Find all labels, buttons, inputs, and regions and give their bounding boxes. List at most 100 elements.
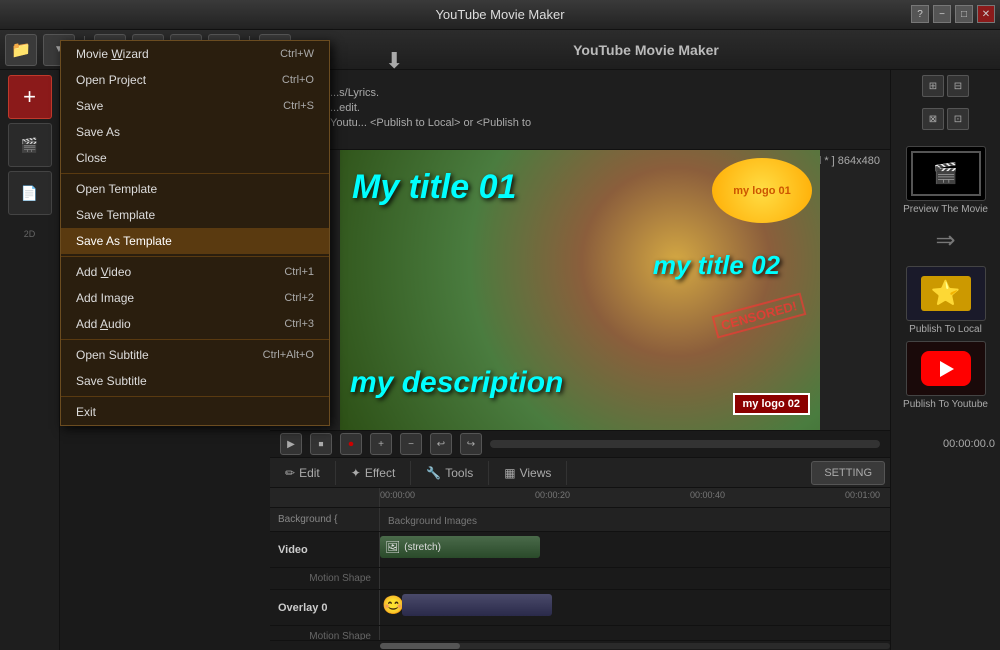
redo-button[interactable]: ↪ xyxy=(460,433,482,455)
zoom-in-button[interactable]: + xyxy=(370,433,392,455)
tab-tools[interactable]: 🔧 Tools xyxy=(411,461,489,485)
step-labels: 2D xyxy=(24,229,36,247)
video-block[interactable]: 🖼 (stretch) xyxy=(380,536,540,558)
doc-button[interactable]: 📄 xyxy=(8,171,52,215)
left-panel: + 🎬 📄 2D xyxy=(0,70,60,650)
publish-youtube-group: Publish To Youtube xyxy=(901,341,991,410)
preview-movie-label: Preview The Movie xyxy=(903,204,988,215)
publish-local-group: ⭐ Publish To Local xyxy=(901,266,991,335)
tab-views[interactable]: ▦ Views xyxy=(489,461,567,485)
film-strip-icon: 🎬 xyxy=(933,161,958,186)
menu-item-save-as[interactable]: Save As xyxy=(61,119,329,145)
step-row-1: Step1. ...s/Lyrics. xyxy=(280,87,880,99)
scroll-down-arrow: ⬇ xyxy=(385,48,403,74)
ruler-marks: 00:00:00 00:00:20 00:00:40 00:01:00 xyxy=(380,488,890,507)
video-block-label: (stretch) xyxy=(404,542,441,553)
track-overlay-0: Overlay 0 😊 xyxy=(270,590,890,626)
overlay-0-block[interactable] xyxy=(402,594,552,616)
tab-edit[interactable]: ✏ Edit xyxy=(270,461,336,485)
steps-area: Step1. ...s/Lyrics. Step2. ...edit. Step… xyxy=(270,70,890,150)
menu-item-label: Close xyxy=(76,151,107,165)
record-button[interactable]: ⏺ xyxy=(340,433,362,455)
close-button[interactable]: ✕ xyxy=(977,5,995,23)
menu-item-open-subtitle[interactable]: Open Subtitle Ctrl+Alt+O xyxy=(61,342,329,368)
track-video-motion: Motion Shape xyxy=(270,568,890,590)
publish-youtube-button[interactable] xyxy=(906,341,986,396)
transport-bar: ▶ ⏹ ⏺ + − ↩ ↪ 00:00:00.0 xyxy=(270,430,890,458)
ruler-label-spacer xyxy=(270,488,380,507)
minimize-button[interactable]: − xyxy=(933,5,951,23)
tab-bar: ✏ Edit ✦ Effect 🔧 Tools ▦ Views SETTING xyxy=(270,458,890,488)
track-video: Video 🖼 (stretch) xyxy=(270,532,890,568)
ruler-mark-40: 00:00:40 xyxy=(690,490,725,500)
preview-logo-2: my logo 02 xyxy=(733,393,810,415)
app-title: YouTube Movie Maker xyxy=(435,7,564,22)
menu-item-label: Exit xyxy=(76,405,96,419)
menu-separator-2 xyxy=(61,256,329,257)
scrollbar-track[interactable] xyxy=(380,643,890,649)
menu-item-add-image[interactable]: Add Image Ctrl+2 xyxy=(61,285,329,311)
folder-icon[interactable]: 📁 xyxy=(5,34,37,66)
grid-icon-1[interactable]: ⊞ xyxy=(922,75,944,97)
youtube-play-icon xyxy=(940,361,954,377)
menu-item-exit[interactable]: Exit xyxy=(61,399,329,425)
add-button[interactable]: + xyxy=(8,75,52,119)
publish-arrow-icon: ⇒ xyxy=(935,226,955,255)
publish-local-label: Publish To Local xyxy=(909,324,982,335)
play-button[interactable]: ▶ xyxy=(280,433,302,455)
preview-movie-button[interactable]: 🎬 xyxy=(906,146,986,201)
time-display: 00:00:00.0 xyxy=(943,438,995,450)
menu-item-save-as-template[interactable]: Save As Template xyxy=(61,228,329,254)
stop-button[interactable]: ⏹ xyxy=(310,433,332,455)
preview-title-2: my title 02 xyxy=(653,250,780,281)
menu-item-label: Save Template xyxy=(76,208,155,222)
scrollbar-thumb[interactable] xyxy=(380,643,460,649)
maximize-button[interactable]: □ xyxy=(955,5,973,23)
window-controls: ? − □ ✕ xyxy=(911,5,995,23)
ruler-mark-20: 00:00:20 xyxy=(535,490,570,500)
center-area: Step1. ...s/Lyrics. Step2. ...edit. Step… xyxy=(270,70,890,650)
tab-label: Views xyxy=(520,466,552,480)
video-preview: My title 01 my logo 01 my title 02 my de… xyxy=(340,150,820,430)
horizontal-scrollbar[interactable] xyxy=(270,640,890,650)
step-text-1: ...s/Lyrics. xyxy=(330,87,379,99)
menu-shortcut: Ctrl+W xyxy=(280,48,314,60)
timeline-ruler: 00:00:00 00:00:20 00:00:40 00:01:00 xyxy=(270,488,890,508)
menu-item-open-template[interactable]: Open Template xyxy=(61,176,329,202)
menu-item-save-subtitle[interactable]: Save Subtitle xyxy=(61,368,329,394)
menu-item-close[interactable]: Close xyxy=(61,145,329,171)
tab-label: Tools xyxy=(445,466,473,480)
menu-item-save[interactable]: Save Ctrl+S xyxy=(61,93,329,119)
views-icon: ▦ xyxy=(504,466,515,480)
film-preview-icon: 🎬 xyxy=(911,151,981,196)
step-row-3: Step3. Youtu... <Publish to Local> or <P… xyxy=(280,117,880,129)
film-button[interactable]: 🎬 xyxy=(8,123,52,167)
timeline-progress[interactable] xyxy=(490,440,880,448)
preview-logo-1: my logo 01 xyxy=(712,158,812,223)
step-text-2: ...edit. xyxy=(330,102,360,114)
grid-icon-2[interactable]: ⊟ xyxy=(947,75,969,97)
menu-item-add-audio[interactable]: Add Audio Ctrl+3 xyxy=(61,311,329,337)
setting-button[interactable]: SETTING xyxy=(811,461,885,485)
menu-item-label: Save Subtitle xyxy=(76,374,147,388)
menu-item-add-video[interactable]: Add Video Ctrl+1 xyxy=(61,259,329,285)
background-images-label: Background Images xyxy=(380,516,477,527)
preview-area: [ Untitled * ] 864x480 My title 01 my lo… xyxy=(270,150,890,430)
right-panel: ⊞ ⊟ ⊠ ⊡ 🎬 Preview The Movie ⇒ ⭐ P xyxy=(890,70,1000,650)
tab-effect[interactable]: ✦ Effect xyxy=(336,461,412,485)
section-background: Background { Background Images xyxy=(270,508,890,532)
menu-item-save-template[interactable]: Save Template xyxy=(61,202,329,228)
track-overlay-0-content[interactable]: 😊 xyxy=(380,590,890,625)
menu-item-open-project[interactable]: Open Project Ctrl+O xyxy=(61,67,329,93)
grid-icon-3[interactable]: ⊠ xyxy=(922,108,944,130)
preview-description: my description xyxy=(350,366,563,400)
local-drive-icon: ⭐ xyxy=(921,276,971,311)
menu-item-label: Open Subtitle xyxy=(76,348,149,362)
help-button[interactable]: ? xyxy=(911,5,929,23)
zoom-out-button[interactable]: − xyxy=(400,433,422,455)
undo-button[interactable]: ↩ xyxy=(430,433,452,455)
grid-icon-4[interactable]: ⊡ xyxy=(947,108,969,130)
menu-item-movie-wizard[interactable]: Movie Wizard Ctrl+W xyxy=(61,41,329,67)
track-video-content[interactable]: 🖼 (stretch) xyxy=(380,532,890,567)
publish-local-button[interactable]: ⭐ xyxy=(906,266,986,321)
